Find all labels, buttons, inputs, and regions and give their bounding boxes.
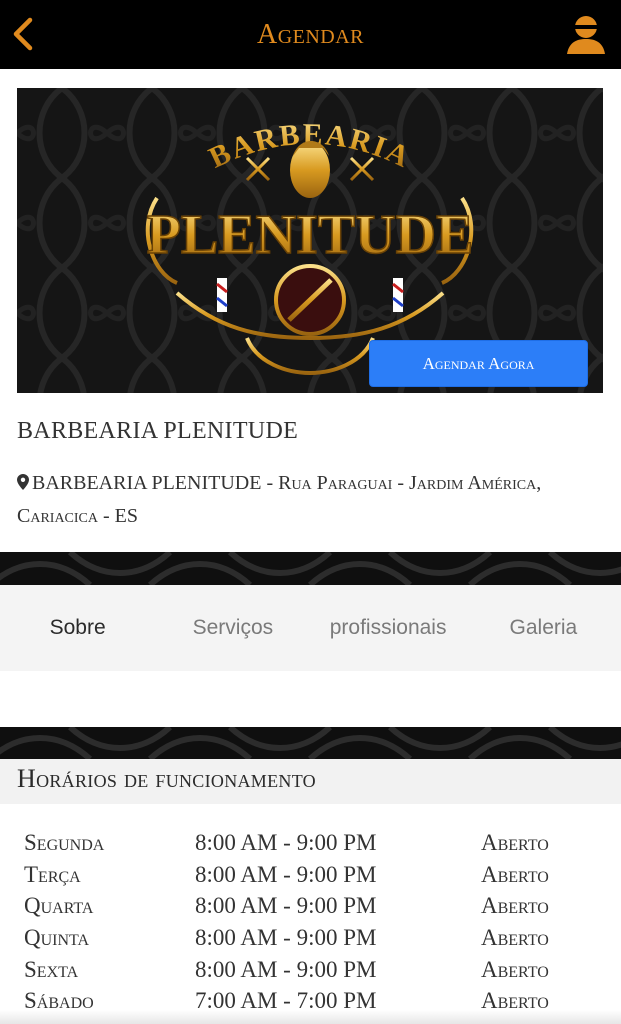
hours-header: Horários de funcionamento bbox=[0, 759, 621, 804]
table-row: Sexta 8:00 AM - 9:00 PM Aberto bbox=[0, 957, 621, 989]
svg-text:PLENITUDE: PLENITUDE bbox=[147, 204, 474, 266]
top-bar: Agendar bbox=[0, 0, 621, 69]
profile-button[interactable] bbox=[565, 12, 607, 56]
hours-table: Segunda 8:00 AM - 9:00 PM Aberto Terça 8… bbox=[0, 830, 621, 1020]
tab-profissionais[interactable]: profissionais bbox=[311, 616, 466, 640]
tab-galeria[interactable]: Galeria bbox=[466, 616, 621, 640]
day-label: Quinta bbox=[24, 925, 90, 951]
time-range: 8:00 AM - 9:00 PM bbox=[195, 861, 377, 887]
decorative-pattern-strip bbox=[0, 552, 621, 585]
status-label: Aberto bbox=[481, 893, 549, 919]
tab-sobre[interactable]: Sobre bbox=[0, 616, 155, 640]
table-row: Quinta 8:00 AM - 9:00 PM Aberto bbox=[0, 925, 621, 957]
hours-title: Horários de funcionamento bbox=[17, 764, 316, 793]
time-range: 8:00 AM - 9:00 PM bbox=[195, 956, 377, 982]
day-label: Quarta bbox=[24, 893, 94, 919]
day-label: Segunda bbox=[24, 830, 105, 855]
shop-address-text: BARBEARIA PLENITUDE - Rua Paraguai - Jar… bbox=[17, 472, 542, 527]
bottom-fade bbox=[0, 1010, 621, 1024]
day-label: Sexta bbox=[24, 956, 79, 982]
table-row: Terça 8:00 AM - 9:00 PM Aberto bbox=[0, 862, 621, 894]
shop-banner: BARBEARIA PLENITUDE Agendar Agora bbox=[17, 88, 603, 393]
shop-name: BARBEARIA PLENITUDE bbox=[17, 418, 299, 444]
table-row: Quarta 8:00 AM - 9:00 PM Aberto bbox=[0, 893, 621, 925]
time-range: 8:00 AM - 9:00 PM bbox=[195, 925, 377, 951]
tab-bar: Sobre Serviços profissionais Galeria bbox=[0, 585, 621, 671]
time-range: 8:00 AM - 9:00 PM bbox=[195, 893, 377, 919]
status-label: Aberto bbox=[481, 925, 549, 951]
time-range: 8:00 AM - 9:00 PM bbox=[195, 830, 377, 855]
status-label: Aberto bbox=[481, 830, 549, 855]
page-title: Agendar bbox=[256, 19, 365, 50]
day-label: Terça bbox=[24, 861, 81, 887]
decorative-pattern-strip-2 bbox=[0, 727, 621, 759]
table-row: Segunda 8:00 AM - 9:00 PM Aberto bbox=[0, 830, 621, 862]
shop-address: BARBEARIA PLENITUDE - Rua Paraguai - Jar… bbox=[17, 467, 607, 533]
user-icon bbox=[567, 16, 605, 54]
map-pin-icon bbox=[17, 474, 29, 490]
status-label: Aberto bbox=[481, 861, 549, 887]
tab-servicos[interactable]: Serviços bbox=[155, 616, 310, 640]
status-label: Aberto bbox=[481, 956, 549, 982]
schedule-now-button[interactable]: Agendar Agora bbox=[369, 340, 588, 387]
